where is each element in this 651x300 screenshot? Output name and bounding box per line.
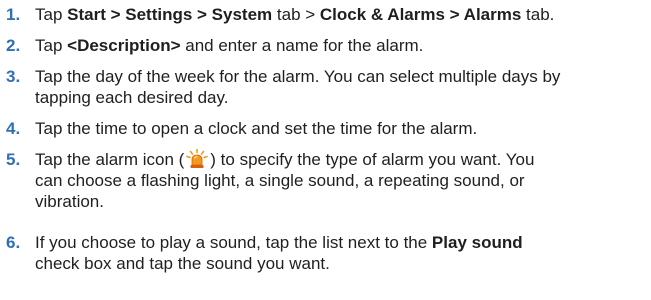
text-segment: tab >: [272, 5, 320, 24]
step-number: 6.: [6, 233, 21, 252]
text-line: vibration.: [35, 192, 104, 211]
text-line: Tap the day of the week for the alarm. Y…: [35, 67, 561, 86]
text-segment: If you choose to play a sound, tap the l…: [35, 233, 432, 252]
step-4-text: Tap the time to open a clock and set the…: [35, 118, 647, 139]
menu-path-start-settings-system: Start > Settings > System: [67, 5, 273, 24]
text-segment: Tap: [35, 36, 68, 55]
text-line: tapping each desired day.: [35, 88, 229, 107]
step-number: 1.: [6, 5, 21, 24]
text-line: Tap the time to open a clock and set the…: [35, 119, 478, 138]
text-segment: Tap: [35, 5, 68, 24]
step-2-text: Tap <Description> and enter a name for t…: [35, 35, 647, 56]
description-field-label: <Description>: [67, 36, 181, 55]
text-line: check box and tap the sound you want.: [35, 254, 330, 273]
text-segment: ) to specify the type of alarm you want.…: [210, 150, 535, 169]
play-sound-label: Play sound: [431, 233, 523, 252]
step-number: 4.: [6, 119, 21, 138]
step-6-text: If you choose to play a sound, tap the l…: [35, 232, 647, 274]
step-number: 3.: [6, 67, 21, 86]
text-line: If you choose to play a sound, tap the l…: [35, 232, 647, 253]
text-segment: Tap the alarm icon (: [35, 150, 185, 169]
step-1-text: Tap Start > Settings > System tab > Cloc…: [35, 4, 647, 25]
instruction-steps: 1. Tap Start > Settings > System tab > C…: [0, 0, 651, 300]
alarm-light-icon: [184, 149, 210, 169]
step-3-text: Tap the day of the week for the alarm. Y…: [35, 66, 647, 108]
text-segment: and enter a name for the alarm.: [180, 36, 424, 55]
step-5-text: Tap the alarm icon ( ) to specify the ty…: [35, 149, 647, 212]
menu-path-clock-alarms: Clock & Alarms > Alarms: [319, 5, 522, 24]
step-number: 2.: [6, 36, 21, 55]
text-line: Tap the alarm icon ( ) to specify the ty…: [35, 149, 647, 170]
text-line: can choose a flashing light, a single so…: [35, 171, 525, 190]
text-segment: tab.: [521, 5, 555, 24]
step-number: 5.: [6, 150, 21, 169]
